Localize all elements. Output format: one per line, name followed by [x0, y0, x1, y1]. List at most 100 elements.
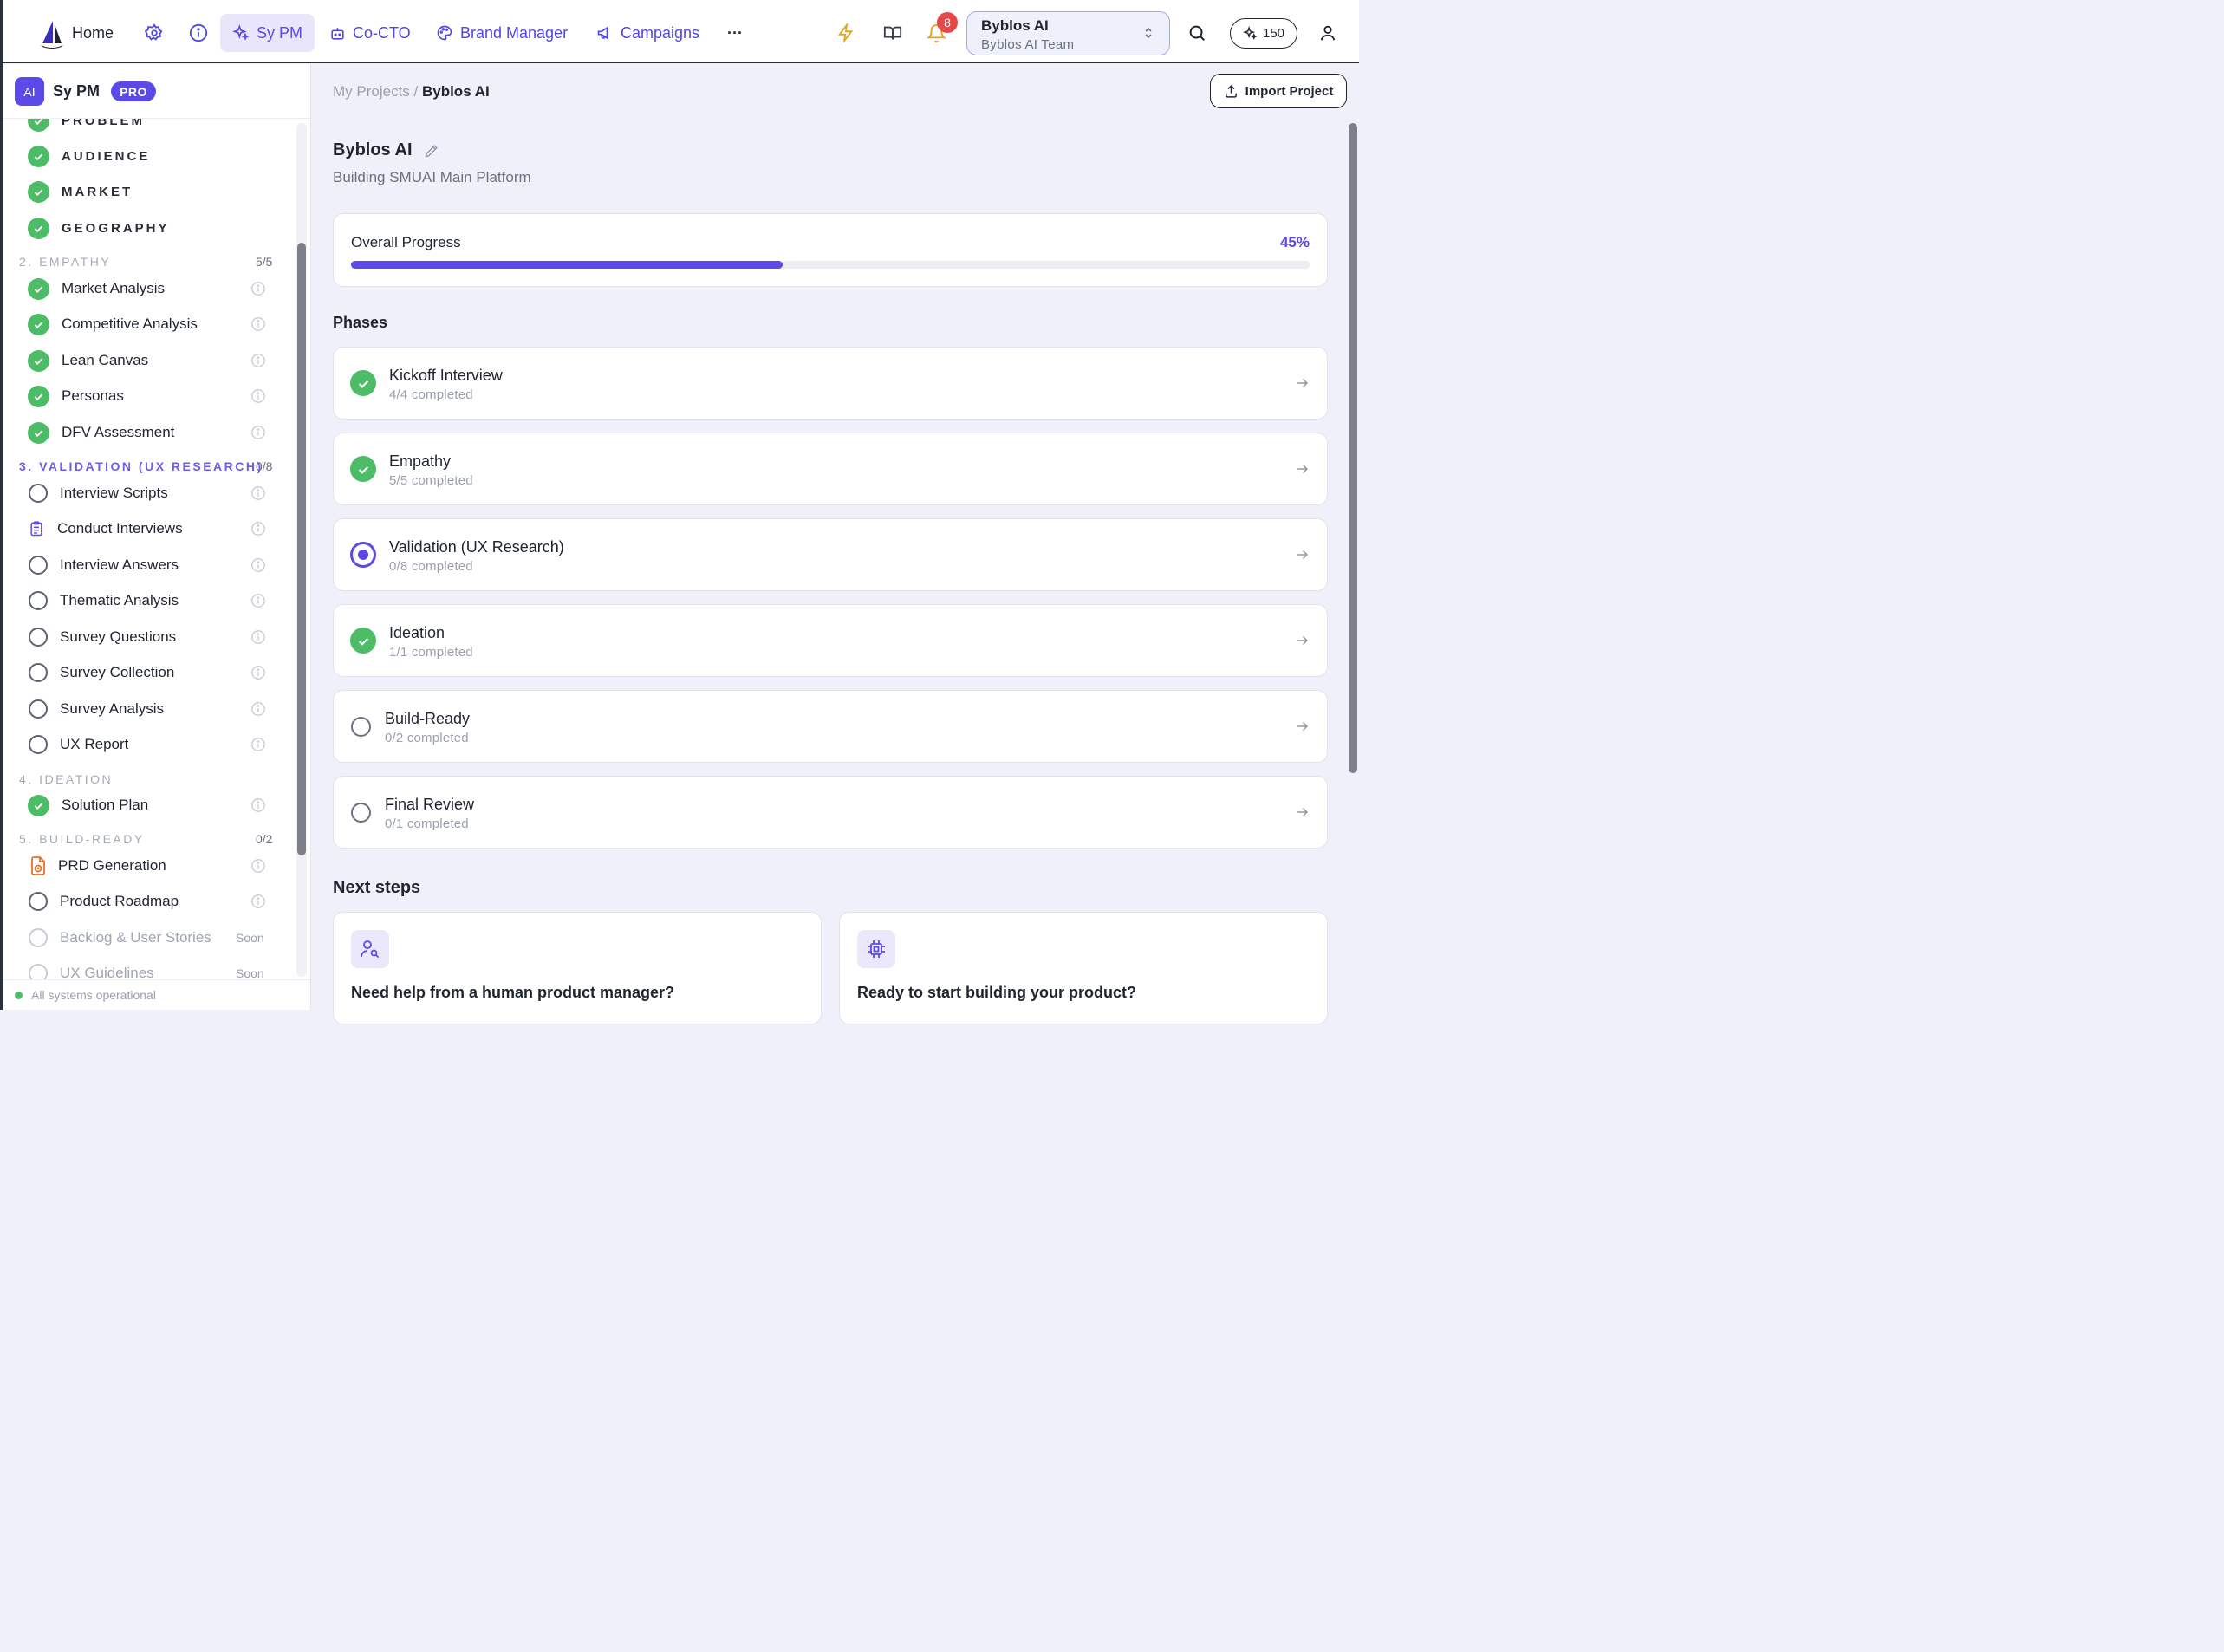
sidebar-item-label: Survey Collection	[60, 664, 175, 680]
sidebar-item-dfv-assessment[interactable]: DFV Assessment	[28, 420, 174, 445]
sidebar-item-audience[interactable]: AUDIENCE	[28, 144, 150, 168]
empty-circle-icon	[351, 717, 371, 737]
pencil-edit-icon[interactable]	[423, 142, 440, 159]
progress-label: Overall Progress	[351, 234, 461, 250]
nav-campaigns[interactable]: Campaigns	[596, 14, 699, 52]
lightning-icon[interactable]	[836, 23, 856, 43]
phase-card-empathy[interactable]: Empathy 5/5 completed	[333, 433, 1328, 505]
megaphone-icon	[597, 26, 608, 40]
nav-sy-pm[interactable]: Sy PM	[220, 14, 315, 52]
system-status: All systems operational	[3, 979, 310, 1010]
phase-card-kickoff-interview[interactable]: Kickoff Interview 4/4 completed	[333, 347, 1328, 420]
sidebar-item-survey-questions[interactable]: Survey Questions	[28, 625, 176, 649]
nav-home[interactable]: Home	[72, 14, 114, 52]
sidebar-item-competitive-analysis[interactable]: Competitive Analysis	[28, 312, 198, 336]
info-icon[interactable]	[250, 388, 266, 404]
info-icon[interactable]	[250, 797, 266, 813]
sidebar-item-backlog-user-stories: Backlog & User Stories	[28, 926, 211, 950]
more-label: ···	[727, 23, 743, 42]
nav-co-cto[interactable]: Co-CTO	[329, 14, 411, 52]
sidebar-item-label: Backlog & User Stories	[60, 929, 211, 946]
sidebar-item-survey-collection[interactable]: Survey Collection	[28, 660, 174, 685]
sidebar-item-interview-answers[interactable]: Interview Answers	[28, 553, 179, 577]
team-selector[interactable]: Byblos AI Byblos AI Team	[966, 11, 1170, 55]
sidebar: AI Sy PM PRO PROBLEM AUDIENCE MARKET GEO…	[3, 64, 311, 1010]
sidebar-item-label: Product Roadmap	[60, 893, 179, 909]
section-build-ready-count: 0/2	[256, 832, 273, 846]
empty-circle-icon	[29, 892, 48, 911]
sidebar-item-market[interactable]: MARKET	[28, 179, 133, 204]
breadcrumb: My Projects / Byblos AI	[333, 83, 490, 101]
credits-button[interactable]: 150	[1230, 18, 1297, 49]
info-icon[interactable]	[250, 894, 266, 909]
sidebar-item-label: DFV Assessment	[62, 424, 175, 440]
status-dot-icon	[15, 991, 23, 999]
next-step-start-building-card[interactable]: Ready to start building your product?	[839, 912, 1328, 1024]
sidebar-item-geography[interactable]: GEOGRAPHY	[28, 216, 170, 240]
nav-campaigns-label: Campaigns	[621, 23, 700, 42]
phase-name: Validation (UX Research)	[389, 538, 564, 556]
clipboard-icon	[30, 521, 42, 537]
info-icon[interactable]	[250, 521, 266, 537]
sidebar-item-interview-scripts[interactable]: Interview Scripts	[28, 481, 168, 505]
info-icon[interactable]	[250, 858, 266, 874]
user-profile-icon[interactable]	[1317, 23, 1338, 43]
window-edge	[0, 0, 3, 1010]
breadcrumb-my-projects[interactable]: My Projects	[333, 83, 410, 100]
sidebar-item-product-roadmap[interactable]: Product Roadmap	[28, 889, 179, 914]
check-circle-icon	[28, 385, 49, 407]
import-project-label: Import Project	[1245, 83, 1334, 99]
section-validation-title: 3. VALIDATION (UX RESEARCH)	[19, 459, 263, 473]
info-icon[interactable]	[250, 593, 266, 608]
sidebar-item-label: AUDIENCE	[62, 148, 151, 164]
nav-brand-manager-label: Brand Manager	[460, 23, 569, 42]
sidebar-item-label: UX Report	[60, 736, 129, 752]
phase-card-build-ready[interactable]: Build-Ready 0/2 completed	[333, 690, 1328, 763]
next-step-human-pm-card[interactable]: Need help from a human product manager?	[333, 912, 822, 1024]
info-icon[interactable]	[250, 281, 266, 296]
phase-name: Kickoff Interview	[389, 367, 503, 384]
sidebar-item-conduct-interviews[interactable]: Conduct Interviews	[28, 517, 183, 541]
book-icon[interactable]	[882, 23, 903, 43]
sidebar-item-prd-generation[interactable]: PRD Generation	[28, 854, 166, 878]
info-icon[interactable]	[250, 316, 266, 332]
info-icon[interactable]	[250, 425, 266, 440]
info-icon[interactable]	[250, 485, 266, 501]
search-icon[interactable]	[1187, 23, 1207, 43]
empty-circle-icon	[29, 628, 48, 647]
check-circle-icon	[350, 628, 376, 654]
info-icon[interactable]	[188, 23, 209, 43]
sidebar-item-market-analysis[interactable]: Market Analysis	[28, 276, 165, 301]
phase-card-validation[interactable]: Validation (UX Research) 0/8 completed	[333, 518, 1328, 591]
more-menu-icon[interactable]: ···	[727, 14, 743, 52]
phase-name: Final Review	[385, 796, 475, 813]
phase-progress: 1/1 completed	[389, 645, 473, 660]
soon-label: Soon	[236, 931, 264, 945]
phase-card-ideation[interactable]: Ideation 1/1 completed	[333, 604, 1328, 677]
info-icon[interactable]	[250, 353, 266, 368]
progress-percent: 45%	[1279, 234, 1310, 250]
import-project-button[interactable]: Import Project	[1210, 74, 1347, 108]
info-icon[interactable]	[250, 557, 266, 573]
progress-bar-track	[351, 261, 1310, 269]
nav-brand-manager[interactable]: Brand Manager	[436, 14, 568, 52]
info-icon[interactable]	[250, 629, 266, 645]
phase-progress: 4/4 completed	[389, 387, 473, 402]
sidebar-item-solution-plan[interactable]: Solution Plan	[28, 793, 148, 817]
sidebar-item-thematic-analysis[interactable]: Thematic Analysis	[28, 589, 179, 613]
info-icon[interactable]	[250, 665, 266, 680]
empty-circle-icon	[29, 928, 48, 947]
main-scrollbar[interactable]	[1349, 123, 1357, 773]
sidebar-item-personas[interactable]: Personas	[28, 384, 124, 408]
next-step-title: Need help from a human product manager?	[351, 984, 675, 1001]
settings-gear-icon[interactable]	[144, 23, 165, 43]
sail-logo-icon[interactable]	[39, 19, 65, 49]
phase-card-final-review[interactable]: Final Review 0/1 completed	[333, 776, 1328, 849]
info-icon[interactable]	[250, 737, 266, 752]
sidebar-item-ux-report[interactable]: UX Report	[28, 732, 128, 757]
sidebar-item-label: Interview Scripts	[60, 485, 168, 501]
sidebar-item-lean-canvas[interactable]: Lean Canvas	[28, 348, 148, 373]
sidebar-scrollbar[interactable]	[297, 243, 306, 855]
sidebar-item-survey-analysis[interactable]: Survey Analysis	[28, 697, 164, 721]
info-icon[interactable]	[250, 701, 266, 717]
